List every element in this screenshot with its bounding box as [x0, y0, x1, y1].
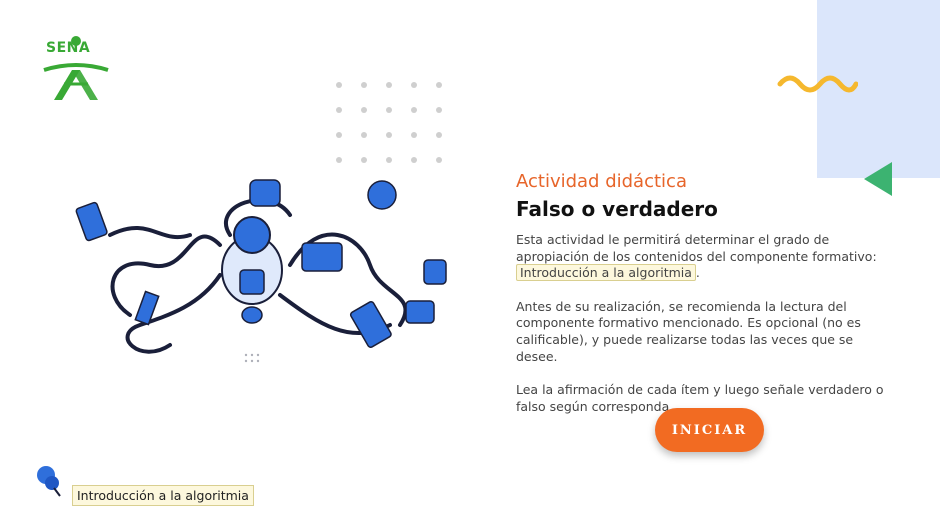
activity-description: Esta actividad le permitirá determinar e… [516, 232, 896, 282]
course-tag: Introducción a la algoritmia [72, 485, 254, 506]
activity-kicker: Actividad didáctica [516, 171, 687, 192]
activity-panel: Actividad didáctica Falso o verdadero Es… [516, 170, 896, 432]
course-highlight: Introducción a la algoritmia [516, 264, 696, 282]
description-end: . [695, 265, 700, 281]
start-button[interactable]: INICIAR [655, 408, 764, 452]
dot-grid-decoration [336, 82, 442, 163]
pin-icon [37, 466, 61, 497]
activity-recommendation: Antes de su realización, se recomienda l… [516, 298, 861, 364]
robot-illustration [75, 179, 447, 363]
activity-title: Falso o verdadero [516, 197, 718, 221]
sena-logo-text: SENA [46, 40, 91, 56]
description-text: Esta actividad le permitirá determinar e… [516, 232, 877, 264]
sena-logo: SENA [40, 34, 112, 102]
wave-icon [777, 75, 858, 93]
